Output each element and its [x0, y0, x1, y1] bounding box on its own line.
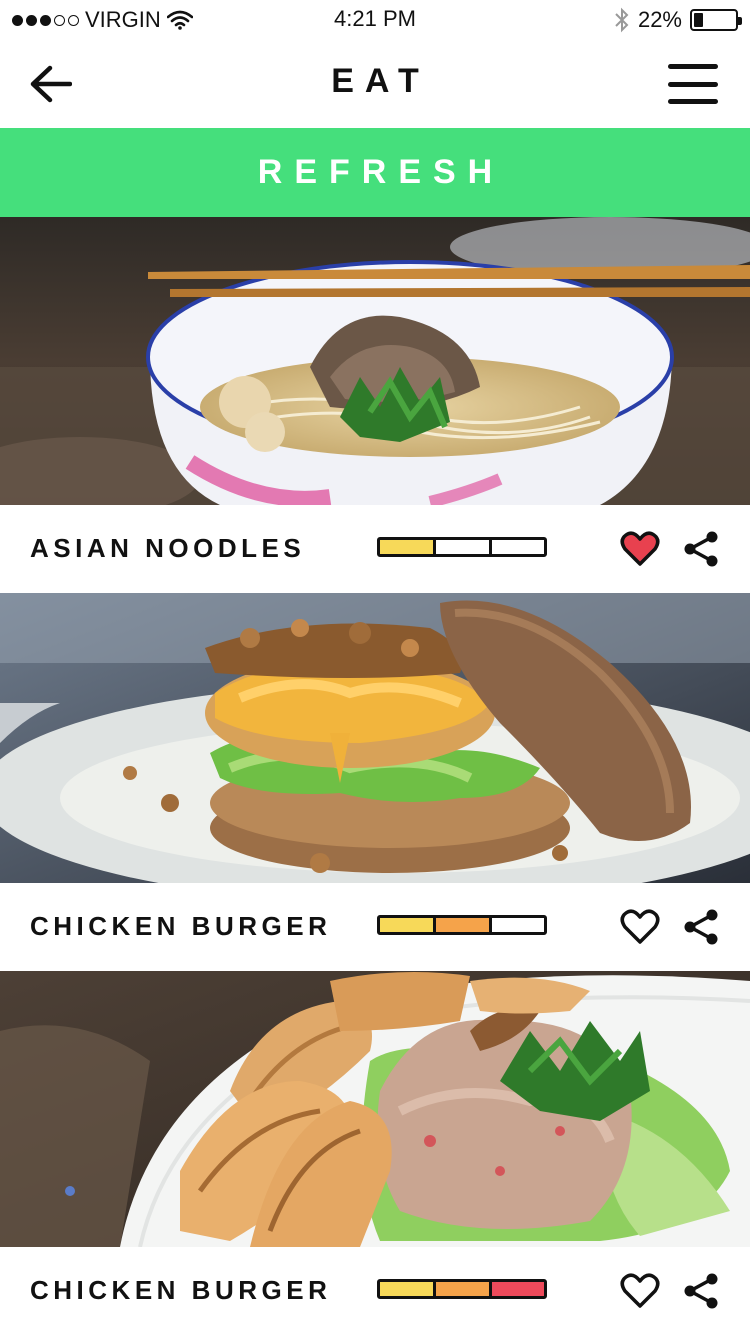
- noodle-soup-photo: [0, 217, 750, 505]
- heart-outline-icon[interactable]: [620, 907, 660, 947]
- status-right: 22%: [614, 6, 742, 34]
- food-title: CHICKEN BURGER: [30, 1275, 332, 1305]
- status-bar: VIRGIN 4:21 PM 22%: [0, 0, 750, 40]
- battery-icon: [690, 9, 742, 31]
- food-image-chicken-burger[interactable]: [0, 593, 750, 883]
- food-item-asian-noodles: ASIAN NOODLES: [0, 505, 750, 593]
- food-title: CHICKEN BURGER: [30, 911, 332, 941]
- meter-fill: [434, 918, 490, 932]
- heart-outline-icon[interactable]: [620, 1271, 660, 1311]
- heart-filled-icon[interactable]: [620, 529, 660, 569]
- level-meter: [377, 915, 547, 935]
- food-item-chicken-burger: CHICKEN BURGER: [0, 883, 750, 971]
- tuna-salad-photo: [0, 971, 750, 1247]
- share-icon[interactable]: [682, 529, 720, 569]
- meter-fill: [489, 1282, 544, 1296]
- meter-tick: [433, 540, 436, 554]
- share-icon[interactable]: [682, 1271, 720, 1311]
- chicken-burger-photo: [0, 593, 750, 883]
- meter-fill: [380, 1282, 435, 1296]
- share-icon[interactable]: [682, 907, 720, 947]
- level-meter: [377, 1279, 547, 1299]
- bluetooth-icon: [615, 7, 629, 33]
- hamburger-menu-icon[interactable]: [668, 64, 718, 104]
- food-item-chicken-burger-2: CHICKEN BURGER: [0, 1247, 750, 1334]
- level-meter: [377, 537, 547, 557]
- meter-tick: [433, 918, 436, 932]
- meter-fill: [380, 918, 435, 932]
- food-image-chicken-burger-2[interactable]: [0, 971, 750, 1247]
- food-title: ASIAN NOODLES: [30, 533, 306, 563]
- meter-tick: [489, 1282, 492, 1296]
- meter-tick: [489, 540, 492, 554]
- page-title: EAT: [331, 62, 430, 100]
- battery-percent: 22%: [637, 7, 682, 32]
- food-image-asian-noodles[interactable]: [0, 217, 750, 505]
- battery-level: [694, 13, 703, 27]
- meter-tick: [433, 1282, 436, 1296]
- nav-bar: EAT: [0, 40, 750, 128]
- meter-fill: [380, 540, 435, 554]
- meter-fill: [434, 1282, 490, 1296]
- meter-tick: [489, 918, 492, 932]
- refresh-button[interactable]: REFRESH: [0, 128, 750, 217]
